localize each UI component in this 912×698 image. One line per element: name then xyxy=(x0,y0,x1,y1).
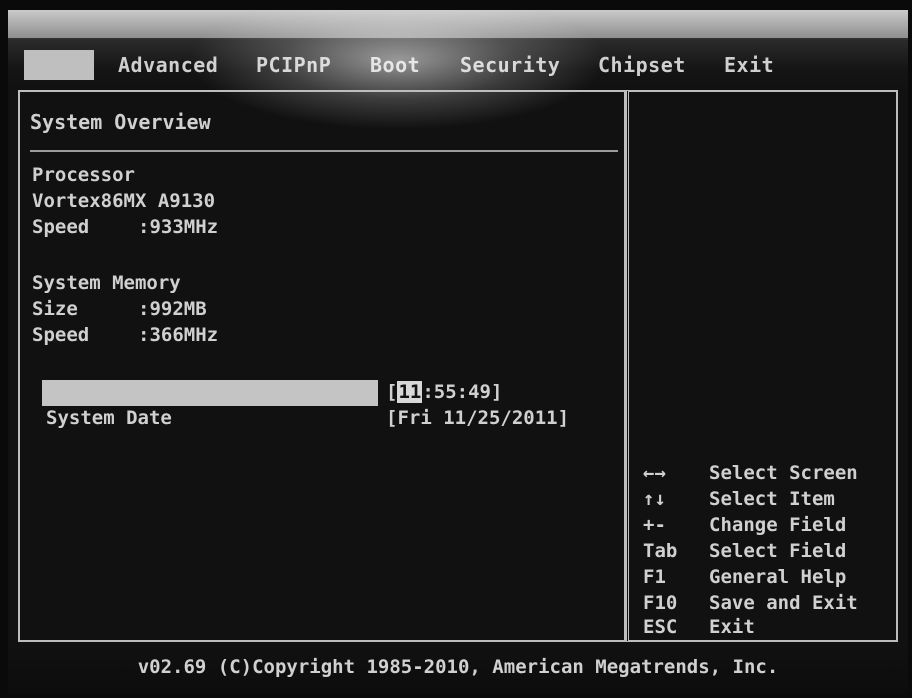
memory-size-value: :992MB xyxy=(138,298,207,320)
system-date-field[interactable]: [Fri 11/25/2011] xyxy=(386,407,569,429)
help-desc-general-help: General Help xyxy=(709,566,847,588)
tab-boot[interactable]: Boot xyxy=(370,50,420,80)
section-title: System Overview xyxy=(30,110,211,134)
help-key-tab: Tab xyxy=(643,540,678,562)
help-desc-change-field: Change Field xyxy=(709,514,847,536)
memory-size-label: Size xyxy=(32,298,78,320)
help-key-arrows-lr: ←→ xyxy=(643,462,666,484)
processor-speed-label: Speed xyxy=(32,216,90,238)
memory-speed-value: :366MHz xyxy=(138,324,219,346)
tab-security[interactable]: Security xyxy=(460,50,560,80)
memory-speed-label: Speed xyxy=(32,324,90,346)
bios-screen: Main Advanced PCIPnP Boot Security Chips… xyxy=(8,10,908,694)
footer-bar: v02.69 (C)Copyright 1985-2010, American … xyxy=(8,644,908,694)
help-key-f1: F1 xyxy=(643,566,666,588)
system-time-field[interactable]: [11:55:49] xyxy=(386,381,502,403)
help-desc-select-item: Select Item xyxy=(709,488,835,510)
tab-pcipnp[interactable]: PCIPnP xyxy=(256,50,331,80)
processor-speed-value: :933MHz xyxy=(138,216,219,238)
help-desc-select-field: Select Field xyxy=(709,540,847,562)
help-desc-select-screen: Select Screen xyxy=(709,462,858,484)
processor-heading: Processor xyxy=(32,164,135,186)
menu-bar: Main Advanced PCIPnP Boot Security Chips… xyxy=(8,10,908,88)
help-key-f10: F10 xyxy=(643,592,678,614)
help-desc-save-exit: Save and Exit xyxy=(709,592,858,614)
tab-exit[interactable]: Exit xyxy=(724,50,774,80)
help-key-arrows-ud: ↑↓ xyxy=(643,488,666,510)
tab-main[interactable]: Main xyxy=(24,50,94,80)
title-bar xyxy=(8,10,908,38)
memory-heading: System Memory xyxy=(32,272,181,294)
processor-model: Vortex86MX A9130 xyxy=(32,190,216,212)
time-hour-cursor[interactable]: 11 xyxy=(397,381,423,403)
time-open-bracket: [ xyxy=(386,381,398,403)
tab-advanced[interactable]: Advanced xyxy=(118,50,218,80)
time-rest: :55:49] xyxy=(422,381,503,403)
system-time-label[interactable]: System Time xyxy=(46,381,172,403)
system-date-label[interactable]: System Date xyxy=(46,407,172,429)
section-divider xyxy=(30,150,618,152)
help-key-plus-minus: +- xyxy=(643,514,666,536)
help-panel: ←→ Select Screen ↑↓ Select Item +- Chang… xyxy=(626,90,898,642)
settings-panel: System Overview Processor Vortex86MX A91… xyxy=(18,90,626,642)
tab-chipset[interactable]: Chipset xyxy=(598,50,686,80)
help-desc-exit: Exit xyxy=(709,616,755,638)
help-key-esc: ESC xyxy=(643,616,678,638)
copyright-text: v02.69 (C)Copyright 1985-2010, American … xyxy=(137,656,779,678)
